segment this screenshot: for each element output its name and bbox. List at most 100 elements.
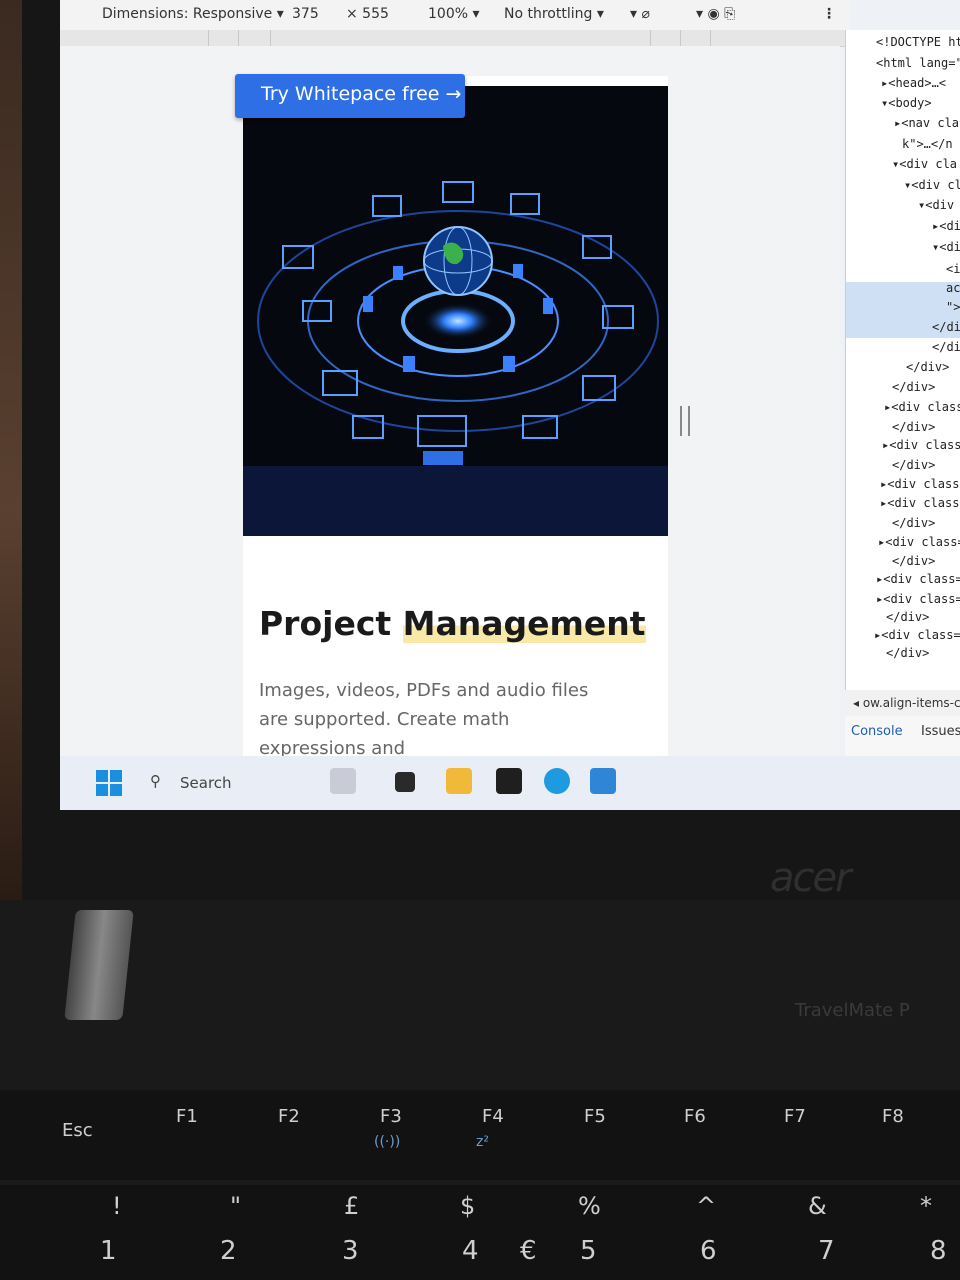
media-query-ruler xyxy=(60,30,850,47)
dom-node-line[interactable]: </div> xyxy=(886,610,929,624)
key-number[interactable]: 6 xyxy=(700,1236,717,1266)
key-shift-symbol: $ xyxy=(460,1192,476,1220)
windows-start-icon[interactable] xyxy=(96,770,122,796)
more-options-icon[interactable]: ▾ ⌀ xyxy=(630,6,650,22)
dom-node-line[interactable]: </div> xyxy=(906,360,949,374)
zoom-dropdown[interactable]: 100% ▾ xyxy=(428,6,480,22)
dom-node-line[interactable]: ▾<body> xyxy=(881,96,932,110)
dom-node-line[interactable]: "> xyxy=(946,300,960,314)
key-shift-symbol: " xyxy=(230,1192,242,1220)
dom-node-line[interactable]: ▸<div class= xyxy=(880,496,960,510)
dom-node-line[interactable]: ▸<head>…< xyxy=(881,76,946,90)
dom-node-line[interactable]: ▾<div cl xyxy=(904,178,960,192)
key-number[interactable]: 4 xyxy=(462,1236,479,1266)
tab-issues[interactable]: Issues xyxy=(921,724,960,739)
key-f2[interactable]: F2 xyxy=(278,1106,300,1127)
dom-node-line[interactable]: </div> xyxy=(892,380,935,394)
dom-node-line[interactable]: ▾<div xyxy=(932,240,960,254)
dom-node-line[interactable]: ac xyxy=(946,281,960,295)
acer-logo: acer xyxy=(770,855,852,901)
devtools-device-toolbar: Dimensions: Responsive ▾ 375 × 555 100% … xyxy=(60,0,850,31)
page-title: Project Management xyxy=(259,604,646,643)
dom-node-line[interactable]: ▸<div class= xyxy=(882,438,960,452)
dom-node-line[interactable]: </div> xyxy=(892,516,935,530)
dom-node-line[interactable]: ▸<div class= xyxy=(878,535,960,549)
vscode-icon[interactable] xyxy=(590,768,616,794)
drawer-tabs: Console Issues xyxy=(845,716,960,756)
key-shift-symbol: ^ xyxy=(696,1192,717,1220)
viewport-width-input[interactable]: 375 xyxy=(292,6,319,22)
dom-node-line[interactable]: ▸<di xyxy=(932,219,960,233)
kebab-menu-icon[interactable]: ⋮ xyxy=(822,6,836,22)
dom-node-line[interactable]: <html lang=" xyxy=(876,56,960,70)
dom-node-line[interactable]: </div> xyxy=(932,340,960,354)
key-esc[interactable]: Esc xyxy=(62,1120,93,1141)
keyboard-deck xyxy=(0,900,960,1280)
dom-node-line[interactable]: </div> xyxy=(892,554,935,568)
key-shift-symbol: * xyxy=(920,1192,932,1220)
dom-node-line[interactable]: ▸<div class= xyxy=(880,477,960,491)
dom-node-line[interactable]: </div> xyxy=(886,646,929,660)
breadcrumb[interactable]: ◂ ow.align-items-cen xyxy=(845,690,960,716)
key-number[interactable]: 3 xyxy=(342,1236,359,1266)
key-number[interactable]: 1 xyxy=(100,1236,117,1266)
dom-node-line[interactable]: ▸<div class=" xyxy=(876,592,960,606)
dom-node-line[interactable]: </div> xyxy=(892,420,935,434)
feature-description: Images, videos, PDFs and audio files are… xyxy=(259,680,589,759)
key-shift-symbol: £ xyxy=(344,1192,360,1220)
edge-browser-icon[interactable] xyxy=(544,768,570,794)
key-f3[interactable]: F3 xyxy=(380,1106,402,1127)
windows-taskbar: ⚲ Search xyxy=(60,756,960,810)
viewport-resize-handle-right[interactable] xyxy=(680,406,690,436)
key-f8[interactable]: F8 xyxy=(882,1106,904,1127)
search-icon: ⚲ xyxy=(150,772,161,790)
key-f1[interactable]: F1 xyxy=(176,1106,198,1127)
hero-footer-band xyxy=(243,466,668,536)
key-shift-symbol: & xyxy=(808,1192,827,1220)
key-number[interactable]: 5 xyxy=(580,1236,597,1266)
dom-node-line[interactable]: </di xyxy=(932,320,960,334)
eye-icon[interactable]: ▾ ◉ ⎘ xyxy=(696,6,735,22)
try-whitepace-button[interactable]: Try Whitepace free → xyxy=(235,74,465,118)
dom-node-line[interactable]: ▾<div xyxy=(918,198,954,212)
dimensions-dropdown[interactable]: Dimensions: Responsive ▾ xyxy=(102,6,284,22)
key-number[interactable]: 2 xyxy=(220,1236,237,1266)
fn-sub-label: ((·)) xyxy=(374,1134,401,1150)
dom-node-line[interactable]: ▸<div class=" xyxy=(876,572,960,586)
key-f4[interactable]: F4 xyxy=(482,1106,504,1127)
dom-node-line[interactable]: <i xyxy=(946,262,960,276)
key-number[interactable]: 8 xyxy=(930,1236,947,1266)
page-content: Try Whitepace free → Project Management … xyxy=(235,74,668,780)
key-shift-symbol: ! xyxy=(112,1192,122,1220)
elements-panel: <!DOCTYPE ht <html lang=" ▸<head>…< ▾<body>… xyxy=(845,30,960,720)
responsive-viewport: Try Whitepace free → Project Management … xyxy=(60,46,840,780)
laptop-hinge xyxy=(64,910,134,1020)
dom-node-line[interactable]: ▸<div class=" xyxy=(874,628,960,642)
hero-image xyxy=(243,86,668,536)
title-word-project: Project xyxy=(259,604,392,643)
key-f7[interactable]: F7 xyxy=(784,1106,806,1127)
fn-sub-label: z² xyxy=(476,1134,489,1150)
key-f6[interactable]: F6 xyxy=(684,1106,706,1127)
app-thumbnail-icon[interactable] xyxy=(330,768,356,794)
dom-node-line[interactable]: ▸<div class xyxy=(884,400,960,414)
laptop-screen: Dimensions: Responsive ▾ 375 × 555 100% … xyxy=(60,0,960,810)
task-view-icon[interactable] xyxy=(395,772,415,792)
dom-node-line[interactable]: ▾<div cla xyxy=(892,157,957,171)
dom-node-line[interactable]: <!DOCTYPE ht xyxy=(876,35,960,49)
tab-console[interactable]: Console xyxy=(851,724,903,739)
viewport-height-input[interactable]: × 555 xyxy=(346,6,389,22)
file-explorer-icon[interactable] xyxy=(446,768,472,794)
key-number[interactable]: € xyxy=(520,1236,537,1266)
title-word-management: Management xyxy=(402,604,646,643)
key-shift-symbol: % xyxy=(578,1192,601,1220)
taskbar-search[interactable]: ⚲ Search xyxy=(150,768,300,798)
terminal-icon[interactable] xyxy=(496,768,522,794)
throttling-dropdown[interactable]: No throttling ▾ xyxy=(504,6,604,22)
dom-node-line[interactable]: </div> xyxy=(892,458,935,472)
dom-node-line[interactable]: ▸<nav cla xyxy=(894,116,959,130)
key-number[interactable]: 7 xyxy=(818,1236,835,1266)
model-label: TravelMate P xyxy=(795,1000,910,1021)
key-f5[interactable]: F5 xyxy=(584,1106,606,1127)
dom-node-line[interactable]: k">…</n xyxy=(902,137,953,151)
